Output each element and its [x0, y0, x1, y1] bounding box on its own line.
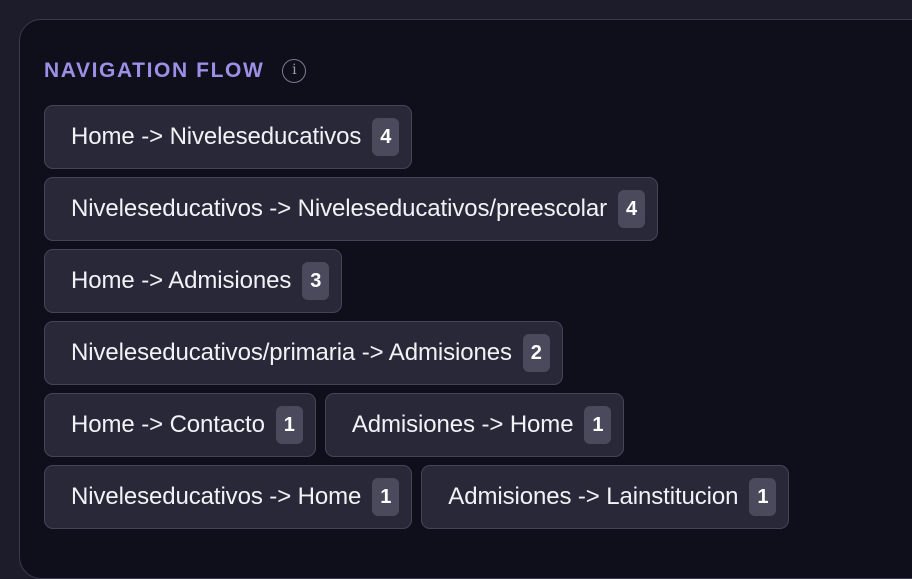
flow-count-badge: 1: [275, 406, 303, 444]
flow-row: Niveleseducativos -> Home 1 Admisiones -…: [44, 465, 904, 529]
flow-chip[interactable]: Niveleseducativos -> Niveleseducativos/p…: [44, 177, 659, 241]
flow-chip[interactable]: Admisiones -> Lainstitucion 1: [421, 465, 790, 529]
flow-count-badge: 4: [372, 118, 400, 156]
flow-count-badge: 3: [302, 262, 330, 300]
flow-row: Niveleseducativos/primaria -> Admisiones…: [44, 321, 904, 385]
flow-label: Home -> Niveleseducativos: [71, 123, 362, 150]
flow-chip[interactable]: Home -> Admisiones 3: [44, 249, 343, 313]
flow-row: Home -> Contacto 1 Admisiones -> Home 1: [44, 393, 904, 457]
flow-row: Niveleseducativos -> Niveleseducativos/p…: [44, 177, 904, 241]
flow-label: Niveleseducativos -> Niveleseducativos/p…: [71, 195, 608, 222]
flow-count-badge: 1: [584, 406, 612, 444]
flow-row: Home -> Admisiones 3: [44, 249, 904, 313]
flow-count-badge: 4: [618, 190, 646, 228]
flow-chip[interactable]: Niveleseducativos -> Home 1: [44, 465, 413, 529]
flow-label: Niveleseducativos/primaria -> Admisiones: [71, 339, 512, 366]
flow-label: Home -> Contacto: [71, 411, 265, 438]
flow-label: Niveleseducativos -> Home: [71, 483, 362, 510]
flow-label: Home -> Admisiones: [71, 267, 292, 294]
flow-chip[interactable]: Niveleseducativos/primaria -> Admisiones…: [44, 321, 563, 385]
flow-chip[interactable]: Home -> Niveleseducativos 4: [44, 105, 413, 169]
flow-chip[interactable]: Admisiones -> Home 1: [324, 393, 625, 457]
flow-label: Admisiones -> Lainstitucion: [448, 483, 739, 510]
section-header: NAVIGATION FLOW i: [44, 58, 307, 84]
info-icon[interactable]: i: [282, 59, 307, 83]
flow-row: Home -> Niveleseducativos 4: [44, 105, 904, 169]
flow-count-badge: 2: [522, 334, 550, 372]
section-title: NAVIGATION FLOW: [44, 59, 265, 82]
flow-count-badge: 1: [372, 478, 400, 516]
flow-count-badge: 1: [749, 478, 777, 516]
flow-label: Admisiones -> Home: [351, 411, 574, 438]
flow-chip[interactable]: Home -> Contacto 1: [44, 393, 316, 457]
navigation-flow-list: Home -> Niveleseducativos 4 Niveleseduca…: [44, 105, 904, 537]
